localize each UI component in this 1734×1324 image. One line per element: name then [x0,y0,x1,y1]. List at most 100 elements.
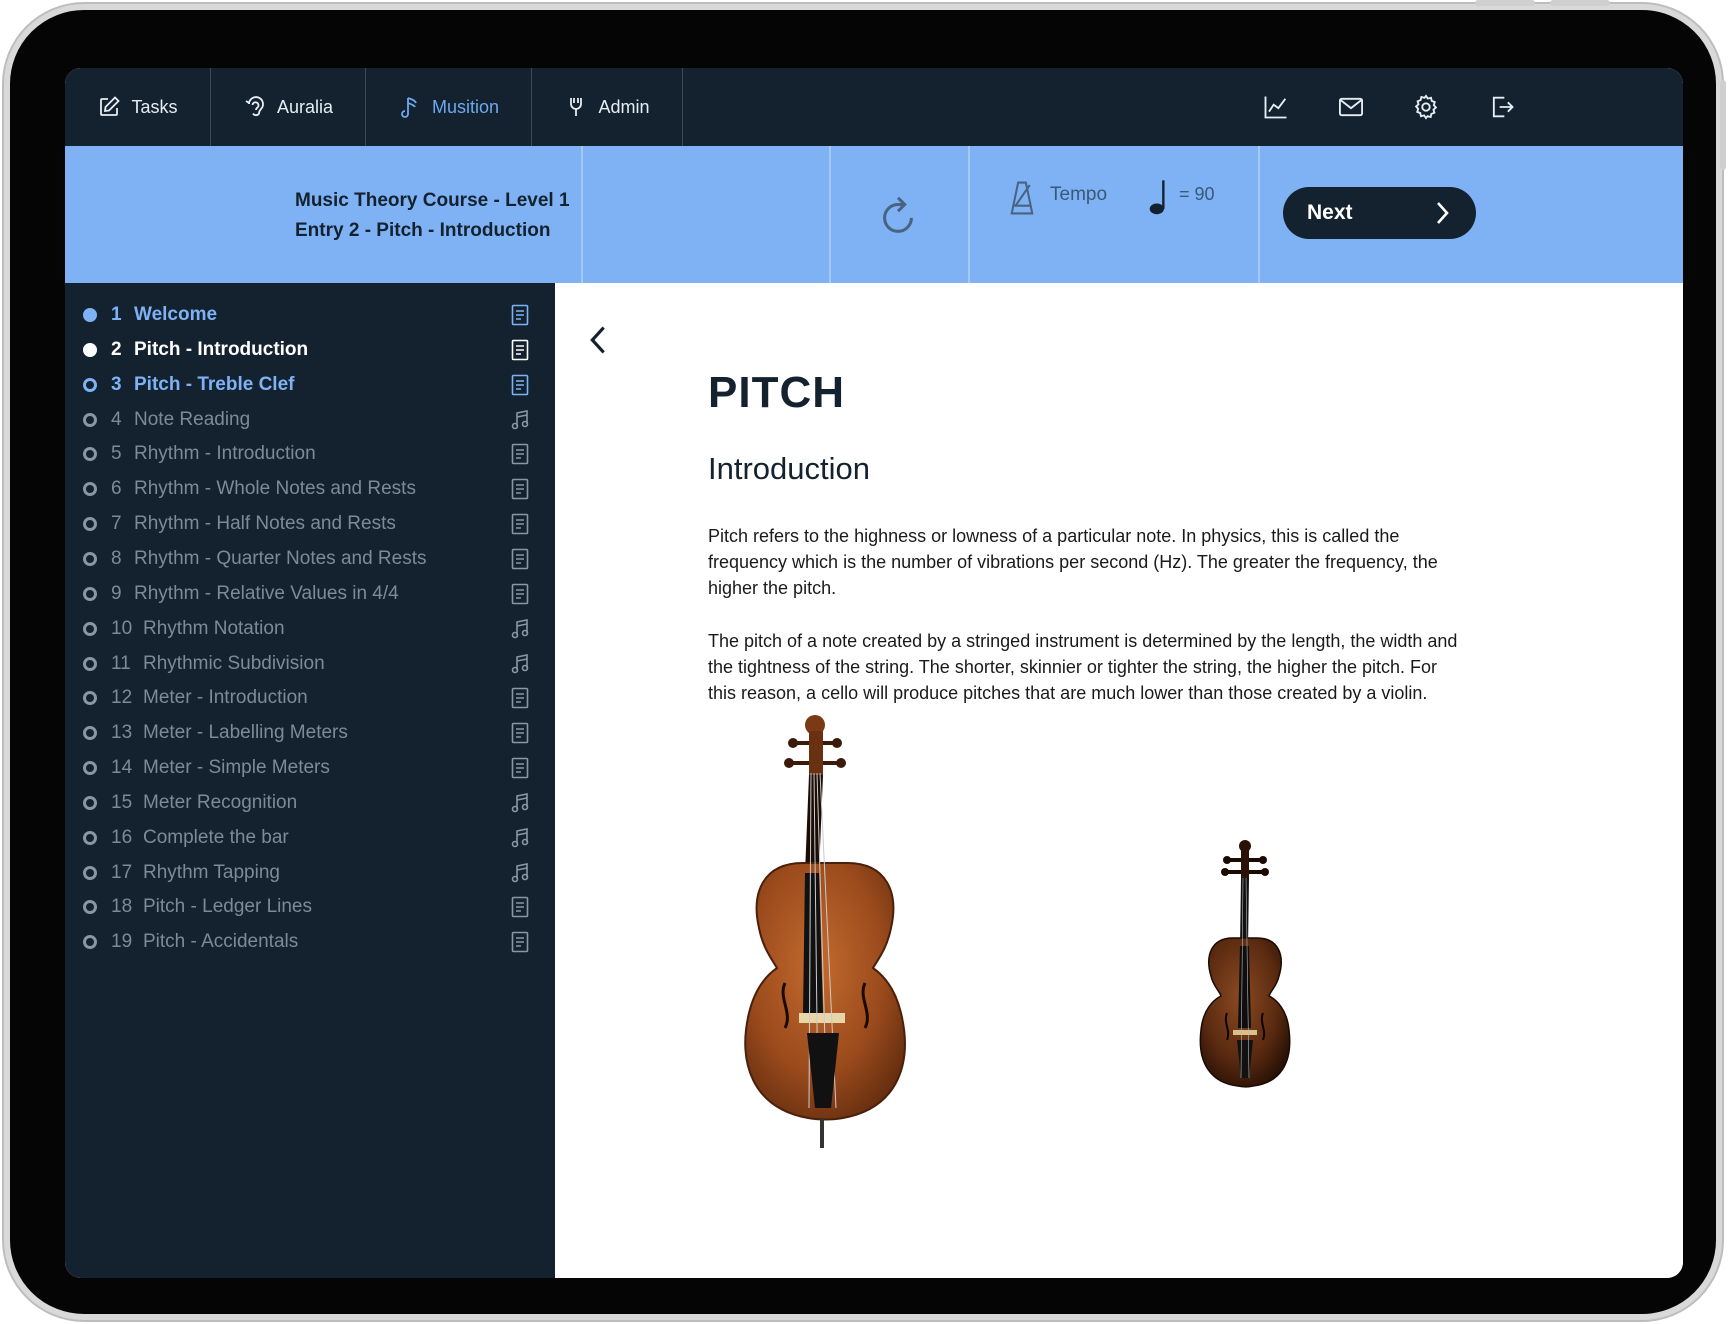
music-note-icon [511,862,529,884]
lesson-item[interactable]: 17 Rhythm Tapping [65,854,555,892]
lesson-label: Rhythm - Half Notes and Rests [134,513,396,535]
status-dot [83,900,97,915]
lesson-label: Rhythm - Introduction [134,443,316,465]
document-icon [511,304,529,326]
tab-musition[interactable]: Musition [366,68,532,146]
lesson-item[interactable]: 16 Complete the bar [65,819,555,857]
lesson-number: 18 [111,896,133,918]
violin-image [1199,840,1291,1088]
document-icon [511,548,529,570]
lesson-label: Pitch - Accidentals [143,931,299,953]
lesson-number: 15 [111,791,133,813]
tab-label: Musition [431,96,500,117]
paragraph: Pitch refers to the highness or lowness … [708,526,1438,598]
status-dot [83,412,97,427]
lesson-number: 12 [111,687,133,709]
lesson-item[interactable]: 3 Pitch - Treble Clef [65,366,555,404]
lesson-label: Welcome [134,304,218,325]
lesson-item[interactable]: 1 Welcome [65,296,555,334]
top-button [1475,0,1535,6]
tab-label: Admin [598,96,650,117]
lesson-item[interactable]: 9 Rhythm - Relative Values in 4/4 [65,575,555,613]
document-icon [511,722,529,744]
status-dot [83,551,97,566]
lesson-item[interactable]: 4 Note Reading [65,401,555,439]
status-dot [83,586,97,601]
lesson-item[interactable]: 5 Rhythm - Introduction [65,435,555,473]
status-dot [83,621,97,636]
lesson-label: Rhythm - Relative Values in 4/4 [134,582,399,604]
screen: Tasks Auralia Musition Admin Music Theor… [65,68,1683,1278]
tab-label: Auralia [276,96,334,117]
cello-image [744,715,906,1148]
lesson-label: Complete the bar [143,826,289,848]
music-note-icon [511,409,529,431]
lesson-item[interactable]: 7 Rhythm - Half Notes and Rests [65,505,555,543]
status-dot [83,795,97,810]
reload-icon[interactable] [875,191,921,241]
lesson-number: 7 [111,513,122,535]
tab-label: Tasks [131,96,178,117]
logout-icon[interactable] [1482,87,1522,127]
divider [968,146,970,283]
divider [1258,146,1260,283]
lesson-item[interactable]: 13 Meter - Labelling Meters [65,714,555,752]
status-dot [83,726,97,741]
divider [829,146,831,283]
lesson-label: Meter - Introduction [143,687,308,709]
tab-admin[interactable]: Admin [532,68,683,146]
tab-auralia[interactable]: Auralia [211,68,366,146]
lesson-item[interactable]: 12 Meter - Introduction [65,679,555,717]
gear-icon[interactable] [1406,87,1446,127]
lesson-label: Pitch - Treble Clef [134,373,295,395]
lesson-item[interactable]: 10 Rhythm Notation [65,610,555,648]
document-icon [511,896,529,918]
music-note-icon [511,792,529,814]
lesson-number: 11 [111,652,131,674]
lesson-number: 14 [111,757,133,779]
next-button[interactable]: Next [1283,187,1476,239]
musition-icon [401,97,417,118]
chart-icon[interactable] [1256,87,1296,127]
music-note-icon [511,653,529,675]
tablet-frame: Tasks Auralia Musition Admin Music Theor… [4,0,1726,1320]
lesson-number: 8 [111,547,122,569]
music-note-icon [511,827,529,849]
entry-name: Entry 2 - Pitch - Introduction [295,220,551,241]
quarter-note-icon [1149,180,1165,215]
lesson-item[interactable]: 15 Meter Recognition [65,784,555,822]
document-icon [511,513,529,535]
status-dot [83,761,97,776]
document-icon [511,443,529,465]
status-dot [83,482,97,497]
paragraph: The pitch of a note created by a stringe… [708,631,1458,703]
top-nav: Tasks Auralia Musition Admin [65,68,1683,146]
course-name: Music Theory Course - Level 1 [295,190,570,211]
tab-tasks[interactable]: Tasks [65,68,211,146]
back-arrow-icon[interactable] [585,323,611,357]
lesson-item[interactable]: 14 Meter - Simple Meters [65,749,555,787]
tempo-value: = 90 [1179,184,1215,204]
status-dot [83,377,97,392]
side-button [1720,80,1726,170]
course-title: Music Theory Course - Level 1 Entry 2 - … [295,186,570,246]
lesson-item[interactable]: 8 Rhythm - Quarter Notes and Rests [65,540,555,578]
lesson-label: Meter - Labelling Meters [143,722,348,744]
lesson-item[interactable]: 6 Rhythm - Whole Notes and Rests [65,470,555,508]
mail-icon[interactable] [1331,87,1371,127]
lesson-item[interactable]: 19 Pitch - Accidentals [65,923,555,961]
lesson-item[interactable]: 2 Pitch - Introduction [65,331,555,369]
lesson-number: 3 [111,373,122,395]
lesson-label: Meter - Simple Meters [143,757,330,779]
lesson-content: PITCH Introduction Pitch refers to the h… [555,283,1683,1278]
edit-icon [100,96,121,116]
status-dot [83,935,97,950]
lesson-label: Rhythm Notation [143,617,285,639]
lesson-number: 19 [111,931,133,953]
status-dot [83,656,97,671]
lesson-item[interactable]: 18 Pitch - Ledger Lines [65,888,555,926]
document-icon [511,339,529,361]
lesson-item[interactable]: 11 Rhythmic Subdivision [65,645,555,683]
chevron-right-icon [1437,202,1449,224]
lesson-sidebar: 1 Welcome 2 Pitch - Introduction 3 Pitch - Tr… [65,283,555,1278]
